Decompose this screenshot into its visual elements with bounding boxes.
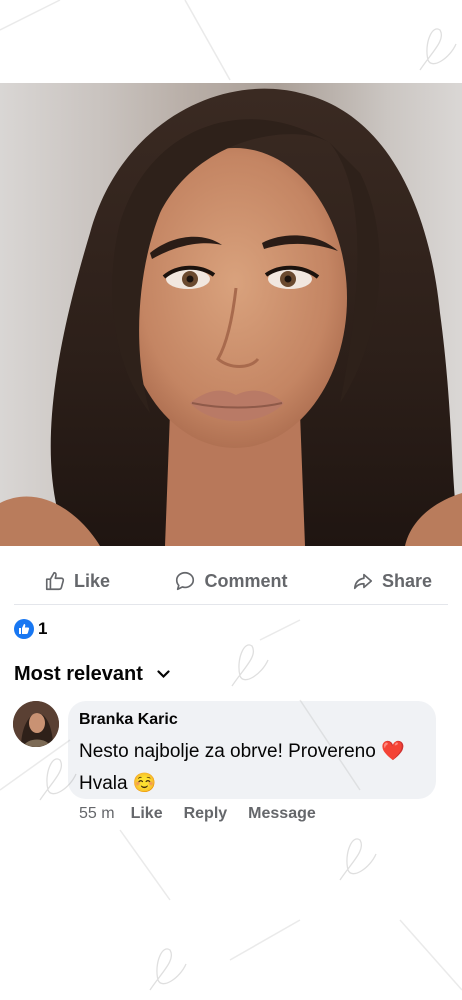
like-button[interactable]: Like bbox=[44, 570, 110, 592]
comment-button[interactable]: Comment bbox=[174, 570, 288, 592]
comment-bubble: Branka Karic Nesto najbolje za obrve! Pr… bbox=[68, 701, 436, 799]
comments-sort-dropdown[interactable]: Most relevant bbox=[14, 660, 170, 688]
comment-meta: 55 m Like Reply Message bbox=[79, 802, 337, 826]
post-photo[interactable] bbox=[0, 83, 462, 546]
like-reaction-icon bbox=[14, 619, 34, 639]
reaction-summary[interactable]: 1 bbox=[14, 617, 47, 641]
share-arrow-icon bbox=[353, 573, 373, 590]
chevron-down-icon bbox=[157, 666, 170, 682]
comment-like-link[interactable]: Like bbox=[131, 805, 163, 823]
comment-text: Nesto najbolje za obrve! Provereno ❤️ Hv… bbox=[79, 736, 424, 800]
top-blank-area bbox=[0, 0, 462, 83]
share-button[interactable]: Share bbox=[352, 570, 432, 592]
sort-label: Most relevant bbox=[14, 662, 143, 685]
portrait-illustration bbox=[0, 88, 462, 546]
comment-message-link[interactable]: Message bbox=[248, 805, 316, 823]
thumbs-up-icon bbox=[45, 571, 65, 591]
comment-timestamp: 55 m bbox=[79, 805, 115, 822]
comment-text-line-1: Nesto najbolje za obrve! Provereno ❤️ bbox=[79, 741, 405, 762]
reaction-count: 1 bbox=[38, 619, 48, 638]
comment-text-line-2: Hvala ☺️ bbox=[79, 773, 157, 794]
like-button-label: Like bbox=[74, 570, 111, 591]
comment-button-label: Comment bbox=[204, 570, 288, 591]
action-divider bbox=[14, 604, 448, 605]
comment-reply-link[interactable]: Reply bbox=[184, 805, 228, 823]
post-action-bar: Like Comment Share bbox=[0, 556, 462, 606]
commenter-avatar[interactable] bbox=[13, 701, 59, 747]
comment-bubble-icon bbox=[176, 571, 195, 591]
share-button-label: Share bbox=[381, 570, 432, 591]
comment-author[interactable]: Branka Karic bbox=[79, 711, 424, 733]
